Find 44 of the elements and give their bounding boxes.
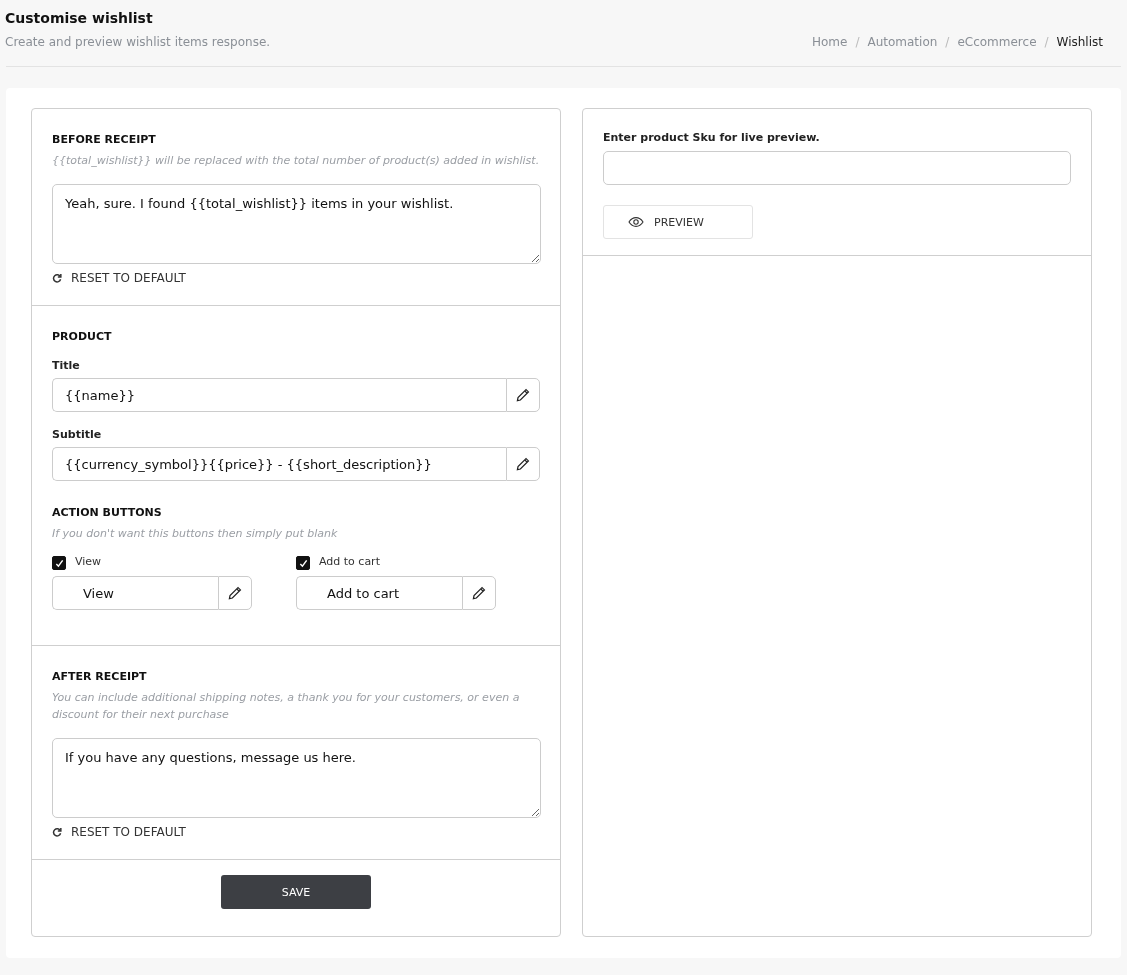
edit-button[interactable] [462,576,496,610]
pencil-icon [472,586,486,600]
section-heading: PRODUCT [52,330,113,343]
section-heading: ACTION BUTTONS [52,506,163,519]
edit-button[interactable] [506,447,540,481]
message-textarea[interactable]: Yeah, sure. I found {{total_wishlist}} items in your wishlist. [52,184,541,264]
edit-button[interactable] [506,378,540,412]
page-subtitle: Create and preview wishlist items response. [5,35,271,49]
field-label: Enter product Sku for live preview. [603,131,821,144]
button-label-input[interactable]: View [52,576,218,610]
reset-button[interactable]: RESET TO DEFAULT [52,271,186,285]
save-button[interactable]: SAVE [221,875,371,909]
message-textarea[interactable]: If you have any questions, message us here. [52,738,541,818]
breadcrumb-separator: / [855,35,860,49]
hint-text: If you don't want this buttons then simply put blank [52,526,339,542]
field-label: Subtitle [52,428,103,441]
refresh-icon [52,273,62,283]
checkbox-label: Add to cart [319,554,380,568]
breadcrumb-separator: / [945,35,950,49]
checkbox[interactable] [52,556,66,570]
button-label-input[interactable]: Add to cart [296,576,462,610]
checkbox[interactable] [296,556,310,570]
sku-input[interactable] [603,151,1071,185]
breadcrumb-separator: / [1044,35,1049,49]
reset-button[interactable]: RESET TO DEFAULT [52,825,186,839]
field-label: Title [52,359,81,372]
text-input[interactable]: {{currency_symbol}}{{price}} - {{short_description}} [52,447,507,481]
pencil-icon [516,388,531,402]
text-input[interactable]: {{name}} [52,378,507,412]
pencil-icon [228,586,242,600]
section-heading: BEFORE RECEIPT [52,133,157,146]
hint-text: {{total_wishlist}} will be replaced with the total number of product(s) added in wishlist. [52,153,540,169]
edit-button[interactable] [218,576,252,610]
check-icon [54,558,64,568]
checkbox-label: View [75,554,102,568]
breadcrumb-link[interactable]: Wishlist [1056,35,1103,49]
check-icon [298,558,308,568]
refresh-icon [52,827,62,837]
hint-text: You can include additional shipping notes, a thank you for your customers, or even a discount for their next purchase [52,690,521,723]
section-heading: AFTER RECEIPT [52,670,148,683]
page-title: Customise wishlist [5,10,154,26]
preview-button[interactable]: PREVIEW [603,205,753,239]
eye-icon [628,217,644,227]
pencil-icon [516,457,531,471]
